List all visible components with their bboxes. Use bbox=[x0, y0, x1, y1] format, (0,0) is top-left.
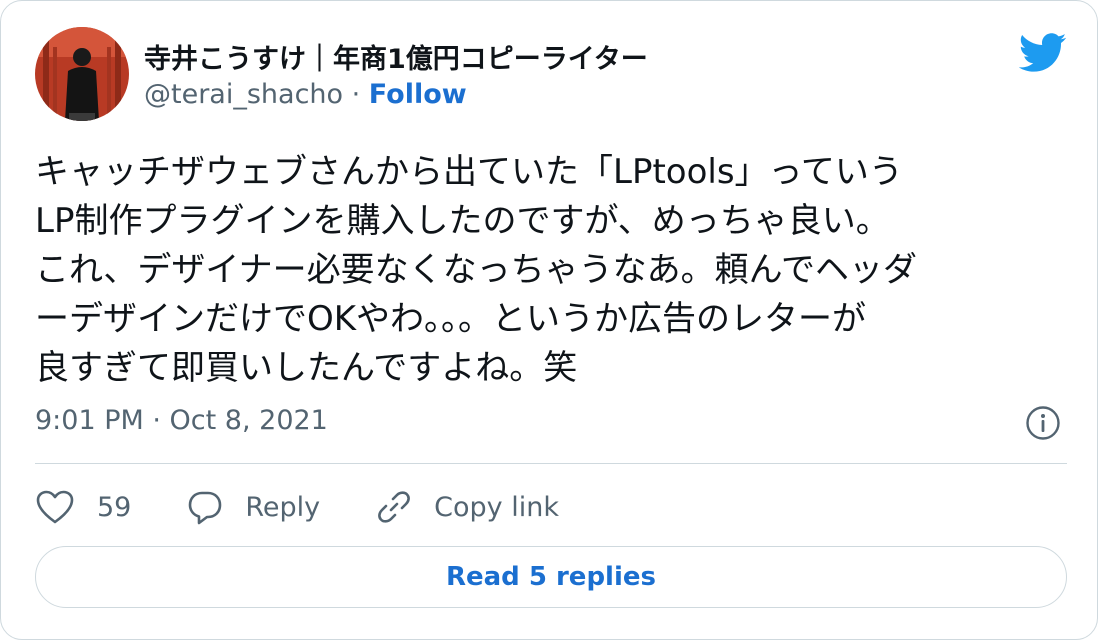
tweet-text-line: ーデザインだけでOKやわ。。。というか広告のレターが bbox=[35, 299, 867, 339]
speech-bubble-icon bbox=[189, 491, 222, 525]
action-bar: 59 Reply Copy link bbox=[35, 485, 615, 529]
follow-button[interactable]: Follow bbox=[369, 79, 467, 110]
like-button[interactable]: 59 bbox=[35, 489, 131, 525]
info-icon[interactable] bbox=[1025, 405, 1061, 441]
copy-link-label: Copy link bbox=[434, 491, 559, 523]
reply-button[interactable]: Reply bbox=[187, 489, 320, 525]
handle-separator: · bbox=[343, 79, 369, 110]
tweet-text: キャッチザウェブさんから出ていた「LPtools」っていう LP制作プラグインを… bbox=[35, 148, 1075, 393]
tweet-text-line: 良すぎて即買いしたんですよね。笑 bbox=[35, 348, 578, 388]
tweet-text-line: キャッチザウェブさんから出ていた「LPtools」っていう bbox=[35, 152, 903, 192]
handle-line: @terai_shacho · Follow bbox=[144, 79, 467, 110]
like-count: 59 bbox=[97, 491, 132, 523]
avatar[interactable] bbox=[35, 27, 129, 121]
read-replies-button[interactable]: Read 5 replies bbox=[35, 546, 1067, 608]
heart-icon bbox=[36, 490, 74, 524]
tweet-card[interactable]: 寺井こうすけ｜年商1億円コピーライター @terai_shacho · Foll… bbox=[0, 0, 1098, 640]
tweet-timestamp[interactable]: 9:01 PM · Oct 8, 2021 bbox=[35, 405, 328, 436]
divider bbox=[35, 463, 1067, 464]
user-handle[interactable]: @terai_shacho bbox=[144, 79, 343, 110]
tweet-text-line: LP制作プラグインを購入したのですが、めっちゃ良い。 bbox=[35, 201, 890, 241]
link-icon bbox=[378, 491, 411, 523]
display-name[interactable]: 寺井こうすけ｜年商1億円コピーライター bbox=[144, 37, 648, 76]
reply-label: Reply bbox=[245, 491, 321, 523]
twitter-bird-icon[interactable] bbox=[1018, 33, 1067, 73]
tweet-text-line: これ、デザイナー必要なくなっちゃうなあ。頼んでヘッダ bbox=[35, 250, 917, 290]
copy-link-button[interactable]: Copy link bbox=[376, 489, 559, 525]
